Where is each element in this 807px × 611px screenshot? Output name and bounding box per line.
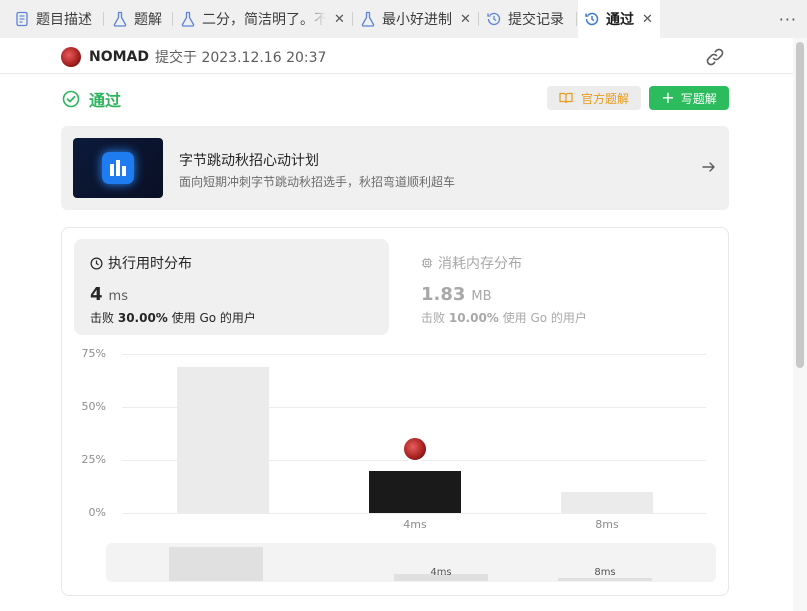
tab-label: 提交记录 [508,12,564,28]
scrollbar-thumb[interactable] [796,42,804,368]
close-icon[interactable]: ✕ [334,12,345,27]
y-tick-label: 50% [81,400,106,413]
y-tick-label: 25% [81,453,106,466]
tab-solutions[interactable]: 题解 [112,0,172,38]
submission-header: NOMAD 提交于 2023.12.16 20:37 [61,44,729,70]
flask-icon [181,11,195,27]
runtime-title: 执行用时分布 [108,256,192,272]
plus-icon: + [661,88,675,107]
tab-problem-description[interactable]: 题目描述 [14,0,104,38]
chart-overview-slider[interactable]: 4ms 8ms [106,543,716,582]
clock-icon [90,257,103,269]
x-tick-label: 8ms [595,518,619,531]
close-icon[interactable]: ✕ [460,12,471,27]
promo-logo-image [73,138,163,198]
promo-banner[interactable]: 字节跳动秋招心动计划 面向短期冲刺字节跳动秋招选手，秋招弯道顺利超车 [61,126,729,210]
tab-label: 通过 [606,12,634,28]
tab-submissions[interactable]: 提交记录 [486,0,572,38]
username[interactable]: NOMAD [89,49,149,65]
performance-panel: 执行用时分布 4 ms 击败 30.00% 使用 Go 的用户 消耗内存分布 1.… [61,227,729,596]
divider [0,73,793,74]
chart-bar[interactable] [177,366,269,513]
close-icon[interactable]: ✕ [642,12,653,27]
memory-title: 消耗内存分布 [438,256,522,272]
chip-icon [421,257,433,269]
submission-time: 提交于 2023.12.16 20:37 [155,50,327,66]
tab-label: 题目描述 [36,12,92,28]
flask-icon [361,11,375,27]
overview-bar [558,578,652,581]
memory-value: 1.83 MB [421,284,492,305]
tab-bar: 题目描述 题解 二分，简洁明了。不 ✕ 最小好进制 ✕ 提交记录 通过 ✕ ··… [0,0,807,38]
overview-label: 4ms [430,567,452,578]
y-tick-label: 0% [88,506,106,519]
link-icon[interactable] [705,47,725,67]
overview-label: 8ms [594,567,616,578]
memory-card[interactable]: 消耗内存分布 1.83 MB 击败 10.00% 使用 Go 的用户 [405,239,720,335]
runtime-unit: ms [108,289,128,304]
gridline [122,513,706,514]
avatar[interactable] [61,47,81,67]
document-icon [16,11,28,27]
bar-chart-logo-icon [102,152,134,184]
runtime-value: 4 ms [90,284,128,305]
tab-smallest-good-base[interactable]: 最小好进制 ✕ [360,0,474,38]
runtime-beat-text: 击败 30.00% 使用 Go 的用户 [90,311,256,325]
official-solution-label: 官方题解 [580,91,629,106]
flask-icon [113,11,127,27]
official-solution-button[interactable]: 官方题解 [547,86,641,110]
status-accepted: 通过 [62,87,121,111]
overview-bar [169,547,263,581]
arrow-right-icon[interactable] [701,159,717,175]
promo-title: 字节跳动秋招心动计划 [179,153,319,169]
tab-label: 最小好进制 [382,12,452,28]
promo-subtitle: 面向短期冲刺字节跳动秋招选手，秋招弯道顺利超车 [179,175,456,189]
my-submission-avatar [402,435,428,462]
status-text: 通过 [89,91,122,110]
write-solution-button[interactable]: + 写题解 [649,86,729,110]
history-icon [487,12,501,26]
tab-accepted[interactable]: 通过 ✕ [578,0,660,38]
runtime-card[interactable]: 执行用时分布 4 ms 击败 30.00% 使用 Go 的用户 [74,239,389,335]
memory-unit: MB [471,289,492,304]
tab-solution-binary-search[interactable]: 二分，简洁明了。不 ✕ [180,0,348,38]
x-tick-label: 4ms [403,518,427,531]
gridline [122,354,706,355]
runtime-beat-percent: 30.00% [117,311,168,325]
more-options-icon[interactable]: ··· [779,10,797,29]
write-solution-label: 写题解 [680,91,717,106]
runtime-distribution-chart: 0% 25% 50% 75% 4ms 8ms [62,338,728,538]
chart-bar[interactable] [369,470,461,513]
history-icon [585,12,599,26]
chart-bar[interactable] [561,491,653,513]
tab-label: 二分，简洁明了。不 [202,12,326,28]
y-tick-label: 75% [81,347,106,360]
memory-beat-percent: 10.00% [448,311,499,325]
check-circle-icon [62,90,80,108]
tab-label: 题解 [134,12,162,28]
book-open-icon [559,92,573,104]
memory-beat-text: 击败 10.00% 使用 Go 的用户 [421,311,587,325]
